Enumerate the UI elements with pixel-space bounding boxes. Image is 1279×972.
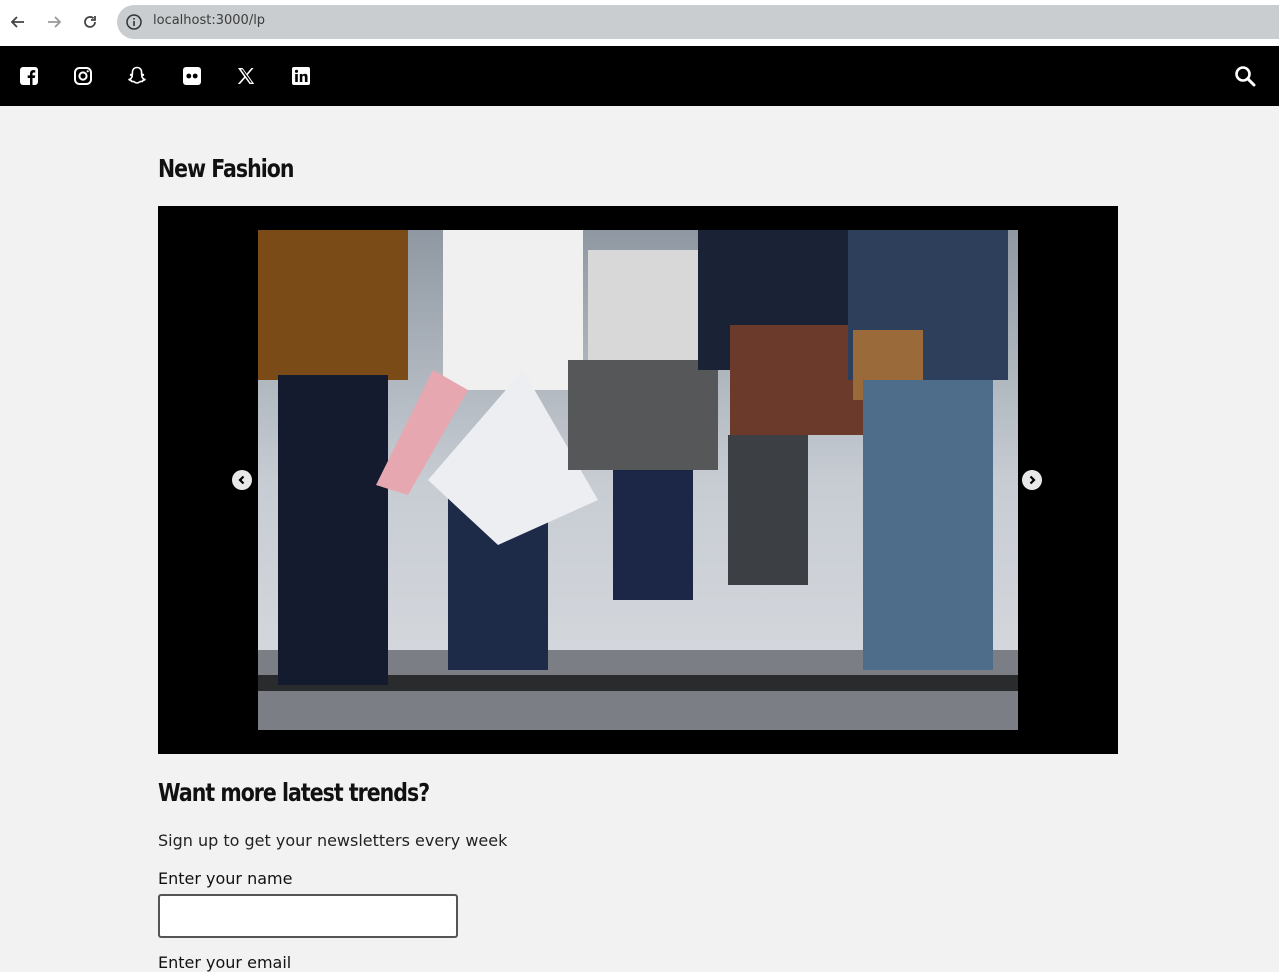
name-input[interactable] (158, 894, 458, 938)
carousel-prev-button[interactable] (232, 470, 252, 490)
reload-button[interactable] (78, 10, 102, 34)
image-carousel (158, 206, 1118, 754)
address-bar[interactable]: localhost:3000/lp (117, 5, 1279, 39)
chevron-right-circle-icon (1029, 475, 1036, 485)
name-label: Enter your name (158, 869, 293, 888)
reload-icon (84, 16, 96, 28)
snapchat-link[interactable] (126, 65, 148, 87)
shopping-people-photo (258, 230, 1018, 730)
email-label: Enter your email (158, 953, 292, 972)
search-button[interactable] (1234, 65, 1256, 87)
linkedin-link[interactable] (290, 65, 312, 87)
facebook-link[interactable] (18, 65, 40, 87)
forward-button[interactable] (42, 10, 66, 34)
chevron-left-circle-icon (238, 475, 245, 485)
instagram-link[interactable] (72, 65, 94, 87)
snapchat-icon (128, 66, 146, 84)
carousel-slide-image (258, 230, 1018, 730)
facebook-icon (20, 67, 38, 85)
arrow-left-icon (10, 16, 24, 28)
url-text[interactable]: localhost:3000/lp (153, 13, 265, 28)
arrow-right-icon (48, 16, 62, 28)
info-icon[interactable] (125, 13, 143, 31)
newsletter-title: Want more latest trends? (158, 778, 430, 807)
page-title: New Fashion (158, 154, 294, 183)
search-icon (1235, 66, 1256, 87)
browser-toolbar: localhost:3000/lp (0, 0, 1279, 46)
x-twitter-link[interactable] (235, 65, 257, 87)
flickr-link[interactable] (181, 65, 203, 87)
newsletter-subtitle: Sign up to get your newsletters every we… (158, 831, 508, 850)
carousel-next-button[interactable] (1022, 470, 1042, 490)
linkedin-icon (292, 67, 310, 85)
back-button[interactable] (6, 10, 30, 34)
site-topbar (0, 46, 1279, 106)
flickr-icon (183, 67, 201, 85)
instagram-icon (74, 67, 92, 85)
x-twitter-icon (237, 68, 255, 84)
